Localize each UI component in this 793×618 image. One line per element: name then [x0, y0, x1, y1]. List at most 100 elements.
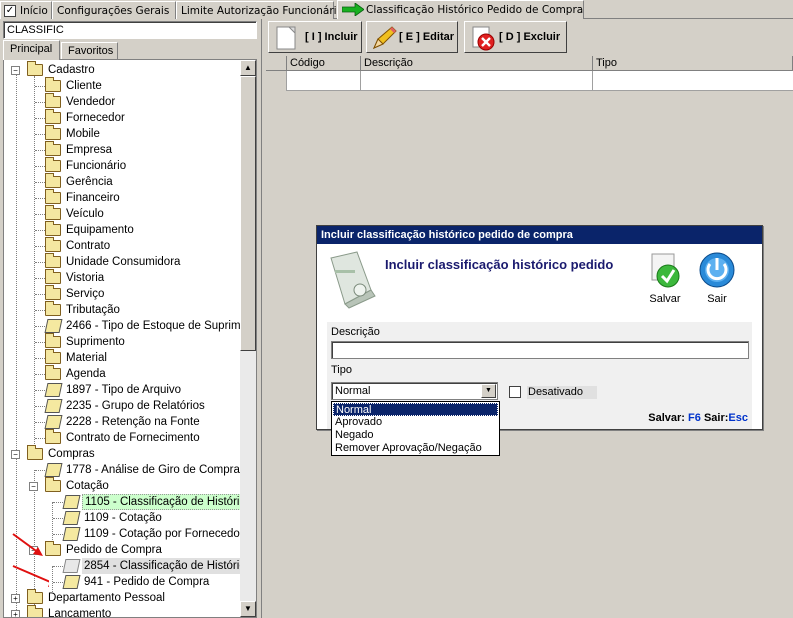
desativado-label: Desativado: [527, 386, 597, 399]
green-arrow-icon: [342, 3, 364, 16]
form-icon: [62, 559, 81, 573]
column-codigo[interactable]: Código: [287, 56, 361, 71]
tab-inicio[interactable]: ✓ Início: [0, 1, 52, 19]
folder-icon: [45, 173, 61, 188]
tree-item-label: 2228 - Retenção na Fonte: [66, 416, 200, 428]
scroll-thumb[interactable]: [240, 76, 256, 351]
tipo-select[interactable]: Normal ▼: [331, 382, 498, 400]
incluir-button[interactable]: [ I ] Incluir: [268, 21, 362, 53]
tree-item-label: Agenda: [66, 368, 106, 380]
tree-item[interactable]: Material: [29, 349, 249, 366]
tree-item-active[interactable]: 2854 - Classificação de Histórico: [47, 558, 254, 574]
option-remover[interactable]: Remover Aprovação/Negação: [333, 442, 498, 455]
chevron-down-icon[interactable]: ▼: [481, 384, 496, 398]
tree-item[interactable]: Contrato: [29, 237, 249, 254]
tree-item-label: 1778 - Análise de Giro de Compra: [66, 464, 240, 476]
descricao-label: Descrição: [331, 326, 380, 338]
option-aprovado[interactable]: Aprovado: [333, 416, 498, 429]
tree-item[interactable]: Financeiro: [29, 189, 249, 206]
descricao-input[interactable]: [331, 341, 749, 359]
folder-icon: [45, 205, 61, 220]
tree-item-label: Gerência: [66, 176, 113, 188]
shortcut-salvar-key: F6: [688, 412, 701, 424]
tree-node-compras[interactable]: − Compras: [11, 445, 241, 462]
power-icon: [699, 252, 735, 288]
desativado-checkbox[interactable]: [509, 386, 521, 398]
folder-icon: [45, 93, 61, 108]
tree-item[interactable]: 2228 - Retenção na Fonte: [29, 414, 249, 430]
tab-limite-autorizacao[interactable]: Limite Autorização Funcionário: [176, 1, 343, 19]
tree-item-label: Cliente: [66, 80, 102, 92]
tree-item-selected[interactable]: 1105 - Classificação de Histórico: [47, 494, 255, 510]
form-icon: [44, 383, 63, 397]
table-row[interactable]: [266, 71, 793, 91]
tree-item[interactable]: 1897 - Tipo de Arquivo: [29, 382, 249, 398]
tree-item[interactable]: Cliente: [29, 77, 249, 94]
tab-principal[interactable]: Principal: [3, 40, 60, 60]
scroll-down-icon[interactable]: ▼: [240, 601, 256, 617]
tree-item-label: Vistoria: [66, 272, 105, 284]
tree-node-lancamento[interactable]: + Lançamento: [11, 605, 241, 618]
tree-item[interactable]: Suprimento: [29, 333, 249, 350]
tree-item[interactable]: Fornecedor: [29, 109, 249, 126]
tree-item[interactable]: Vistoria: [29, 269, 249, 286]
dialog-title: Incluir classificação histórico pedido d…: [317, 226, 762, 244]
tree-item[interactable]: Agenda: [29, 365, 249, 382]
tab-favoritos[interactable]: Favoritos: [61, 42, 118, 60]
tree-item[interactable]: 2235 - Grupo de Relatórios: [29, 398, 249, 414]
form-icon: [44, 399, 63, 413]
tree-node-cadastro[interactable]: − Cadastro: [11, 61, 241, 78]
tree-node-pedido[interactable]: − Pedido de Compra: [29, 541, 249, 558]
excluir-button[interactable]: [ D ] Excluir: [464, 21, 567, 53]
navigation-panel: CLASSIFIC Principal Favoritos − Cadastro…: [0, 19, 262, 618]
tree-node-label: Lançamento: [48, 608, 112, 618]
tree-item[interactable]: Vendedor: [29, 93, 249, 110]
tree-item-label: Funcionário: [66, 160, 127, 172]
option-normal[interactable]: Normal: [333, 403, 498, 416]
tree-item[interactable]: Equipamento: [29, 221, 249, 238]
scroll-up-icon[interactable]: ▲: [240, 60, 256, 76]
option-negado[interactable]: Negado: [333, 429, 498, 442]
tree-item[interactable]: Gerência: [29, 173, 249, 190]
tree-item[interactable]: Contrato de Fornecimento: [29, 429, 249, 446]
salvar-button[interactable]: Salvar: [643, 250, 687, 308]
collapse-icon[interactable]: −: [11, 450, 20, 459]
tree-item[interactable]: Mobile: [29, 125, 249, 142]
tree-item[interactable]: 2466 - Tipo de Estoque de Suprimentos: [29, 318, 249, 334]
tree-item-label: Fornecedor: [66, 112, 125, 124]
tree-item[interactable]: 1109 - Cotação: [47, 510, 249, 526]
sair-button[interactable]: Sair: [697, 250, 737, 308]
tree-item-label: Contrato de Fornecimento: [66, 432, 200, 444]
tree-item[interactable]: Empresa: [29, 141, 249, 158]
tab-configuracoes-gerais[interactable]: Configurações Gerais: [52, 1, 176, 19]
tree-item[interactable]: Tributação: [29, 301, 249, 318]
collapse-icon[interactable]: −: [29, 482, 38, 491]
folder-icon: [45, 429, 61, 444]
tab-classificacao-label: Classificação Histórico Pedido de Compra: [366, 4, 584, 16]
tree-node-cotacao[interactable]: − Cotação: [29, 477, 249, 494]
tab-classificacao-historico[interactable]: Classificação Histórico Pedido de Compra: [337, 0, 584, 19]
folder-icon: [45, 77, 61, 92]
tree-item[interactable]: Funcionário: [29, 157, 249, 174]
folder-icon: [45, 269, 61, 284]
folder-icon: [45, 189, 61, 204]
search-input[interactable]: CLASSIFIC: [3, 21, 257, 39]
tree-item[interactable]: Veículo: [29, 205, 249, 222]
collapse-icon[interactable]: −: [11, 66, 20, 75]
tree-item-label: 1109 - Cotação: [84, 512, 162, 524]
expand-icon[interactable]: +: [11, 610, 20, 617]
tree-item[interactable]: 1778 - Análise de Giro de Compra: [29, 462, 249, 478]
editar-button[interactable]: [ E ] Editar: [366, 21, 458, 53]
tree-item[interactable]: Unidade Consumidora: [29, 253, 249, 270]
menu-tree: − Cadastro Cliente Vendedor Fornecedor M…: [3, 59, 257, 618]
tree-item[interactable]: 1109 - Cotação por Fornecedor: [47, 526, 249, 542]
folder-icon: [45, 253, 61, 268]
tree-scrollbar[interactable]: ▲ ▼: [240, 60, 256, 617]
tree-item[interactable]: Serviço: [29, 285, 249, 302]
form-icon: [62, 575, 81, 589]
column-descricao[interactable]: Descrição: [361, 56, 593, 71]
folder-icon: [45, 349, 61, 364]
tree-item[interactable]: 941 - Pedido de Compra: [47, 574, 249, 590]
pencil-icon: [373, 26, 397, 49]
column-tipo[interactable]: Tipo: [593, 56, 793, 71]
